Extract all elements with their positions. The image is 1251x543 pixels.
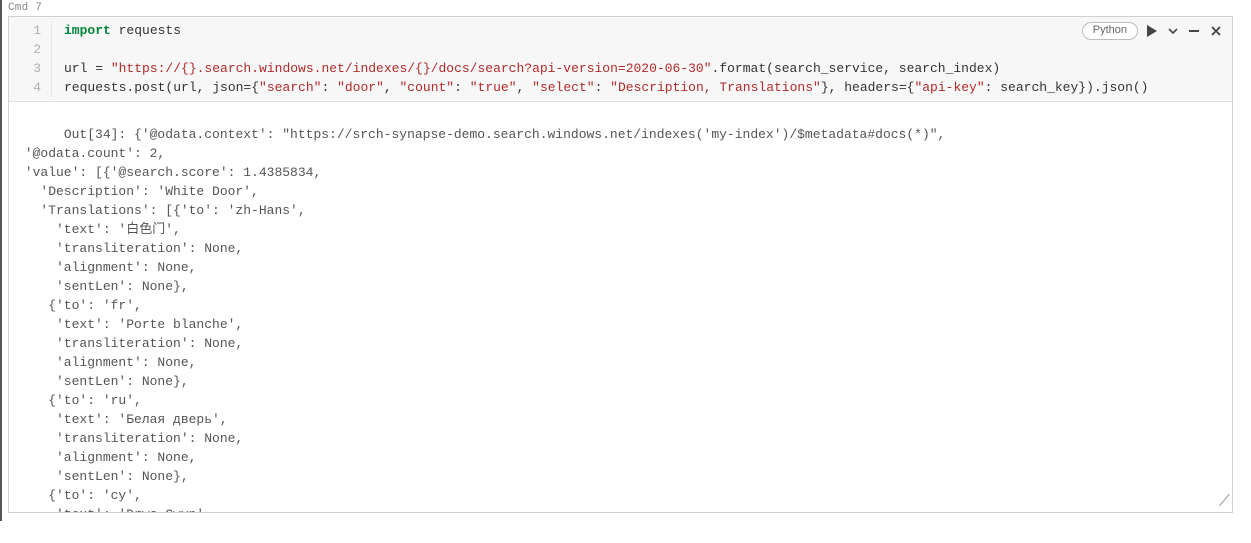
resize-handle[interactable]: ⟋ — [1219, 494, 1230, 510]
code-line[interactable]: 2 — [9, 40, 1232, 59]
language-pill[interactable]: Python — [1082, 22, 1138, 40]
minimize-button[interactable] — [1186, 25, 1202, 37]
cell-toolbar: Python — [1082, 22, 1224, 40]
line-number: 3 — [9, 59, 52, 78]
run-button[interactable] — [1144, 25, 1160, 37]
code-line[interactable]: 1import requests — [9, 21, 1232, 40]
code-line[interactable]: 3url = "https://{}.search.windows.net/in… — [9, 59, 1232, 78]
run-menu-button[interactable] — [1166, 26, 1180, 36]
notebook-cell: Python 1import requests23url = "https://… — [8, 16, 1233, 513]
code-line[interactable]: 4requests.post(url, json={"search": "doo… — [9, 78, 1232, 97]
code-content[interactable]: import requests — [52, 21, 181, 40]
close-button[interactable] — [1208, 25, 1224, 37]
output-text: Out[34]: {'@odata.context': "https://src… — [17, 127, 945, 512]
cell-output: Out[34]: {'@odata.context': "https://src… — [9, 102, 1232, 512]
minimize-icon — [1188, 25, 1200, 37]
line-number: 4 — [9, 78, 52, 97]
cmd-label: Cmd 7 — [8, 2, 1250, 14]
code-content[interactable] — [52, 40, 64, 59]
run-icon — [1146, 25, 1158, 37]
code-content[interactable]: url = "https://{}.search.windows.net/ind… — [52, 59, 1000, 78]
chevron-down-icon — [1168, 26, 1178, 36]
close-icon — [1210, 25, 1222, 37]
code-content[interactable]: requests.post(url, json={"search": "door… — [52, 78, 1148, 97]
line-number: 2 — [9, 40, 52, 59]
code-input[interactable]: 1import requests23url = "https://{}.sear… — [9, 17, 1232, 102]
line-number: 1 — [9, 21, 52, 40]
